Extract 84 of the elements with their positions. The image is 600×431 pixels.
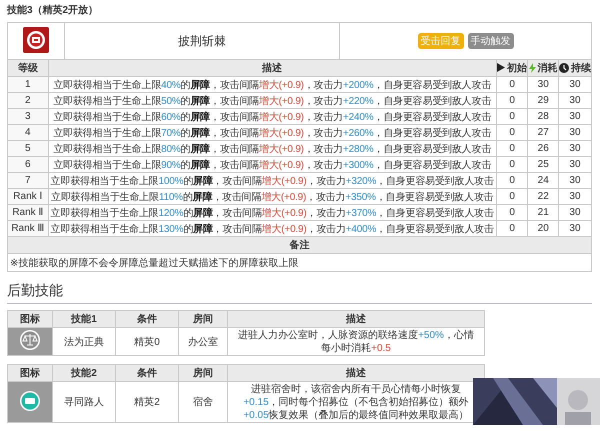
skill-name: 法为正典 <box>64 336 104 348</box>
condition-cell: 精英0 <box>134 336 160 348</box>
notes-header: 备注 <box>290 240 310 251</box>
level-cell: 1 <box>25 79 31 90</box>
note-text: ※技能获取的屏障不会令屏障总量超过天赋描述下的屏障获取上限 <box>10 258 298 268</box>
skill-tag: 受击回复 <box>418 33 464 49</box>
cost-cell: 25 <box>538 159 549 170</box>
column-header: 描述 <box>262 62 282 75</box>
skill-icon <box>23 26 49 52</box>
column-header: 图标 <box>20 314 40 325</box>
column-header: 初始 <box>507 61 528 75</box>
level-cell: Rank Ⅱ <box>12 207 44 218</box>
column-header: 房间 <box>193 314 213 325</box>
description-cell: 立即获得相当于生命上限80%的屏障，攻击间隔增大(+0.9)，攻击力+280%，自身更容易受到敌人攻击 <box>53 144 492 154</box>
description-cell: 立即获得相当于生命上限70%的屏障，攻击间隔增大(+0.9)，攻击力+260%，自身更容易受到敌人攻击 <box>53 128 492 138</box>
level-cell: Rank Ⅰ <box>13 191 42 202</box>
description-cell-text: 进驻宿舍时，该宿舍内所有干员心情每小时恢复 +0.15，同时每个招募位（不包含初始招募位）额外 +0.05恢复效果（叠加后的最终值同种效果取最高） <box>242 382 470 422</box>
initial-cell: 0 <box>509 159 515 170</box>
level-cell: 5 <box>25 143 31 154</box>
cost-cell: 29 <box>538 95 549 106</box>
column-header: 等级 <box>18 62 38 75</box>
cost-cell: 20 <box>538 223 549 234</box>
duration-cell: 30 <box>569 143 581 154</box>
column-header: 图标 <box>20 368 40 379</box>
column-header: 技能1 <box>71 314 97 325</box>
column-header: 描述 <box>346 314 366 325</box>
cost-cell: 27 <box>538 127 549 138</box>
duration-cell: 30 <box>569 111 581 122</box>
column-header: 技能2 <box>71 368 97 379</box>
room-cell: 宿舍 <box>193 397 213 408</box>
duration-cell: 30 <box>569 207 581 218</box>
description-cell: 立即获得相当于生命上限110%的屏障，攻击间隔增大(+0.9)，攻击力+350%，自身更容易受到敌人攻击 <box>51 192 494 202</box>
scale-icon <box>19 329 41 351</box>
description-cell: 立即获得相当于生命上限40%的屏障，攻击间隔增大(+0.9)，攻击力+200%，自身更容易受到敌人攻击 <box>53 80 492 90</box>
description-cell: 立即获得相当于生命上限90%的屏障，攻击间隔增大(+0.9)，攻击力+300%，自身更容易受到敌人攻击 <box>53 160 492 170</box>
section-heading: 后勤技能 <box>7 282 592 304</box>
initial-cell: 0 <box>509 95 515 106</box>
duration-cell: 30 <box>569 175 581 186</box>
description-cell: 立即获得相当于生命上限130%的屏障，攻击间隔增大(+0.9)，攻击力+400%，自身更容易受到敌人攻击 <box>50 224 494 234</box>
initial-cell: 0 <box>509 79 515 90</box>
column-header: 条件 <box>137 314 157 325</box>
skill-name: 寻同路人 <box>64 397 104 408</box>
description-cell: 立即获得相当于生命上限120%的屏障，攻击间隔增大(+0.9)，攻击力+370%，自身更容易受到敌人攻击 <box>50 208 494 218</box>
duration-cell: 30 <box>569 191 581 202</box>
description-cell: 立即获得相当于生命上限60%的屏障，攻击间隔增大(+0.9)，攻击力+240%，自身更容易受到敌人攻击 <box>53 112 492 122</box>
description-cell-text: 进驻人力办公室时，人脉资源的联络速度+50%，心情每小时消耗+0.5 <box>237 328 475 354</box>
cost-cell: 24 <box>538 175 549 186</box>
level-cell: 6 <box>25 159 31 170</box>
skill-name: 披荆斩棘 <box>178 34 226 48</box>
section-title: 技能3（精英2开放） <box>7 4 100 18</box>
duration-cell: 30 <box>569 223 581 234</box>
column-header: 描述 <box>346 368 366 379</box>
initial-cell: 0 <box>509 111 515 122</box>
cost-cell: 30 <box>538 79 549 90</box>
initial-cell: 0 <box>509 127 515 138</box>
initial-cell: 0 <box>509 207 515 218</box>
duration-cell: 30 <box>569 127 581 138</box>
level-cell: 4 <box>25 127 31 138</box>
cost-cell: 28 <box>538 111 549 122</box>
duration-cell: 30 <box>569 79 581 90</box>
initial-cell: 0 <box>509 143 515 154</box>
level-cell: 2 <box>25 95 31 106</box>
cost-cell: 22 <box>538 191 549 202</box>
description-cell: 立即获得相当于生命上限50%的屏障，攻击间隔增大(+0.9)，攻击力+220%，自身更容易受到敌人攻击 <box>53 96 492 106</box>
level-cell: 3 <box>25 111 31 122</box>
column-header: 消耗 <box>538 62 558 74</box>
level-cell: Rank Ⅲ <box>11 223 44 234</box>
duration-cell: 30 <box>569 95 581 106</box>
clock-icon <box>558 62 569 72</box>
column-header: 条件 <box>137 368 157 379</box>
initial-cell: 0 <box>509 223 515 234</box>
column-header: 房间 <box>193 368 213 379</box>
column-header: 持续 <box>570 62 591 74</box>
initial-cell: 0 <box>509 175 515 186</box>
cost-cell: 21 <box>538 207 549 218</box>
skill-tag: 手动触发 <box>468 33 514 49</box>
condition-cell: 精英2 <box>134 397 160 408</box>
room-cell: 办公室 <box>188 336 218 348</box>
cost-cell: 26 <box>538 143 549 154</box>
initial-cell: 0 <box>509 191 515 202</box>
description-cell: 立即获得相当于生命上限100%的屏障，攻击间隔增大(+0.9)，攻击力+320%，自身更容易受到敌人攻击 <box>50 176 494 186</box>
badge-icon <box>19 390 41 412</box>
level-cell: 7 <box>25 175 31 186</box>
duration-cell: 30 <box>569 159 581 170</box>
